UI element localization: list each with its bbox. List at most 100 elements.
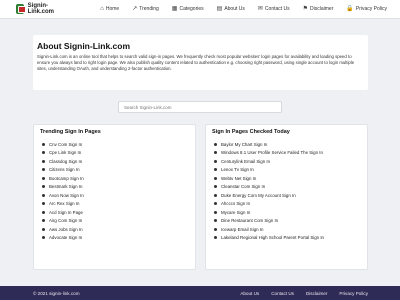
checked-panel: Sign In Pages Checked Today Baylor My Ch… [205,124,368,270]
nav-label: Trending [139,6,159,12]
nav-item-categories[interactable]: ▦ Categories [172,6,204,12]
list-item-label[interactable]: Mycare Sign In [221,210,250,215]
brand-name[interactable]: Signin-Link.com [28,3,61,15]
bullet-icon [214,168,217,172]
list-item-label[interactable]: Cnv Com Sign In [49,142,82,147]
bullet-icon [214,193,217,197]
list-item[interactable]: Bestmark Sign In [42,183,195,192]
bullet-icon [214,185,217,189]
footer-link-disclaimer[interactable]: Disclaimer [306,291,327,296]
list-item-label[interactable]: Bootcamp Sign In [49,176,84,181]
brand[interactable]: Signin-Link.com [16,3,60,15]
list-item-label[interactable]: Cleanstar Com Sign In [221,184,265,189]
list-item[interactable]: Acd Sign In Page [42,208,195,217]
bullet-icon [214,219,217,223]
footer-link-privacy-policy[interactable]: Privacy Policy [339,291,368,296]
nav-label: Home [105,6,120,12]
list-item[interactable]: Duke Energy Com My Account Sign In [214,191,367,200]
list-item-label[interactable]: Airg Com Sign In [49,218,82,223]
footer: © 2021 signin-link.com About Us Contact U… [0,286,400,300]
list-item-label[interactable]: Classdog Sign In [49,159,82,164]
nav-label: Contact Us [264,6,290,12]
footer-link-about-us[interactable]: About Us [240,291,259,296]
bullet-icon [42,159,45,163]
trending-icon: ↗ [132,6,138,12]
list-item[interactable]: Avon Now Sign In [42,191,195,200]
bullet-icon [42,142,45,146]
logo-icon [16,4,26,14]
nav-item-trending[interactable]: ↗ Trending [132,6,159,12]
list-item-label[interactable]: Lakeland Regional High School Parent Por… [221,235,324,240]
bullet-icon [214,227,217,231]
list-item-label[interactable]: Bestmark Sign In [49,184,82,189]
list-item-label[interactable]: Citizens Sign In [49,167,80,172]
list-item[interactable]: Lenox Tv Sign In [214,166,367,175]
bullet-icon [42,168,45,172]
list-item[interactable]: Citizens Sign In [42,166,195,175]
list-item[interactable]: Icewarp Email Sign In [214,225,367,234]
list-item-label[interactable]: Lenox Tv Sign In [221,167,254,172]
list-item-label[interactable]: Ahcccs Sign In [221,201,250,206]
home-icon: ⌂ [100,6,104,12]
bullet-icon [214,151,217,155]
bullet-icon [42,151,45,155]
list-item-label[interactable]: Avon Now Sign In [49,193,84,198]
list-item[interactable]: Mycare Sign In [214,208,367,217]
list-item[interactable]: Aws Jobs Sign In [42,225,195,234]
list-item[interactable]: Bootcamp Sign In [42,174,195,183]
nav-item-contact-us[interactable]: ✉ Contact Us [258,6,290,12]
list-item-label[interactable]: Webtv Net Sign In [221,176,256,181]
categories-icon: ▦ [171,6,178,12]
about-title: About Signin-Link.com [37,41,131,51]
list-item[interactable]: Cpe Link Sign In [42,149,195,158]
bullet-icon [42,202,45,206]
list-item[interactable]: Airg Com Sign In [42,217,195,226]
list-item[interactable]: Cleanstar Com Sign In [214,183,367,192]
list-item[interactable]: Baylor My Chart Sign In [214,140,367,149]
list-item-label[interactable]: Arc Rex Sign In [49,201,80,206]
list-item-label[interactable]: Windows 8.1 User Profile Service Failed … [221,150,323,155]
nav-item-disclaimer[interactable]: ⚑ Disclaimer [303,6,334,12]
list-item-label[interactable]: Centurylink Email Sign In [221,159,270,164]
bullet-icon [214,210,217,214]
list-item-label[interactable]: Dine Restaurant Com Sign In [221,218,278,223]
list-item-label[interactable]: Duke Energy Com My Account Sign In [221,193,296,198]
list-item[interactable]: Centurylink Email Sign In [214,157,367,166]
nav-item-privacy-policy[interactable]: 🔒 Privacy Policy [346,6,387,12]
checked-list: Baylor My Chart Sign In Windows 8.1 User … [214,140,367,242]
list-item-label[interactable]: Acd Sign In Page [49,210,83,215]
bullet-icon [42,193,45,197]
nav-item-about-us[interactable]: ▤ About Us [217,6,245,12]
list-item[interactable]: Classdog Sign In [42,157,195,166]
list-item[interactable]: Dine Restaurant Com Sign In [214,217,367,226]
list-item[interactable]: Cnv Com Sign In [42,140,195,149]
list-item[interactable]: Ahcccs Sign In [214,200,367,209]
list-item-label[interactable]: Baylor My Chart Sign In [221,142,267,147]
bullet-icon [214,236,217,240]
list-item-label[interactable]: Cpe Link Sign In [49,150,81,155]
bullet-icon [214,176,217,180]
bullet-icon [42,227,45,231]
list-item[interactable]: Windows 8.1 User Profile Service Failed … [214,149,367,158]
bullet-icon [214,142,217,146]
list-item-label[interactable]: Aws Jobs Sign In [49,227,83,232]
bullet-icon [42,236,45,240]
list-item-label[interactable]: Icewarp Email Sign In [221,227,263,232]
nav-label: Privacy Policy [355,6,387,12]
nav-item-home[interactable]: ⌂ Home [100,6,119,12]
footer-nav: About Us Contact Us Disclaimer Privacy Poli… [228,291,368,296]
list-item[interactable]: Advocate Sign In [42,234,195,243]
search-input[interactable] [118,101,282,113]
about-card: About Signin-Link.com Signin-Link.com is… [33,35,368,90]
list-item[interactable]: Webtv Net Sign In [214,174,367,183]
main-nav: ⌂ Home ↗ Trending ▦ Categories ▤ About Us ✉ Conta… [100,6,400,12]
footer-link-contact-us[interactable]: Contact Us [271,291,294,296]
list-item[interactable]: Arc Rex Sign In [42,200,195,209]
list-item-label[interactable]: Advocate Sign In [49,235,82,240]
bullet-icon [42,176,45,180]
disclaimer-icon: ⚑ [302,6,309,12]
bullet-icon [214,159,217,163]
list-item[interactable]: Lakeland Regional High School Parent Por… [214,234,367,243]
contact-icon: ✉ [257,6,263,12]
nav-label: Categories [179,6,204,12]
